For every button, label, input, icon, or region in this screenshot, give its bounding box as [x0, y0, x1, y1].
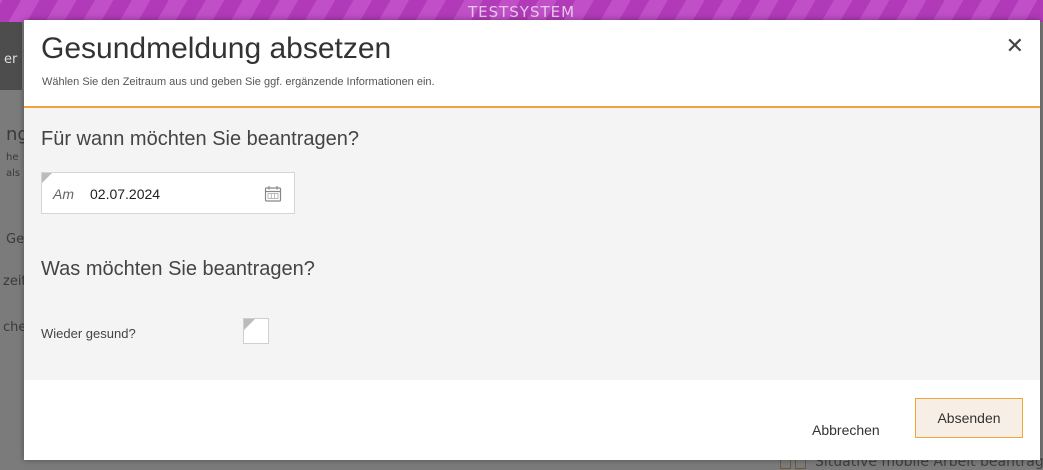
close-icon[interactable]: ✕: [1006, 34, 1024, 59]
date-input[interactable]: [88, 183, 242, 205]
background-fragment: zeit: [3, 274, 27, 289]
background-fragment: Ge: [6, 232, 25, 247]
section-heading-when: Für wann möchten Sie beantragen?: [41, 128, 359, 150]
dialog-body: Für wann möchten Sie beantragen? Am Was …: [24, 108, 1040, 380]
wieder-gesund-checkbox[interactable]: [243, 318, 269, 344]
dialog-title: Gesundmeldung absetzen: [41, 32, 392, 65]
background-fragment: he: [6, 152, 19, 163]
testsystem-banner: TESTSYSTEM: [0, 0, 1043, 22]
date-field[interactable]: Am: [41, 172, 295, 214]
submit-button[interactable]: Absenden: [915, 398, 1023, 438]
cancel-button[interactable]: Abbrechen: [812, 422, 880, 438]
dialog-subtitle: Wählen Sie den Zeitraum aus und geben Si…: [42, 76, 435, 88]
section-heading-what: Was möchten Sie beantragen?: [41, 258, 315, 280]
field-corner-marker: [42, 173, 52, 183]
background-fragment: che: [3, 320, 27, 335]
checkbox-label: Wieder gesund?: [41, 326, 136, 341]
banner-label: TESTSYSTEM: [467, 3, 576, 21]
background-fragment: er: [4, 52, 18, 67]
date-prefix-label: Am: [53, 186, 74, 202]
background-fragment: als: [6, 168, 21, 179]
dialog-header: Gesundmeldung absetzen Wählen Sie den Ze…: [24, 20, 1040, 108]
health-report-dialog: Gesundmeldung absetzen Wählen Sie den Ze…: [24, 20, 1040, 460]
dialog-footer: Abbrechen Absenden: [24, 380, 1040, 460]
calendar-icon[interactable]: [264, 185, 282, 203]
field-corner-marker: [244, 319, 255, 330]
